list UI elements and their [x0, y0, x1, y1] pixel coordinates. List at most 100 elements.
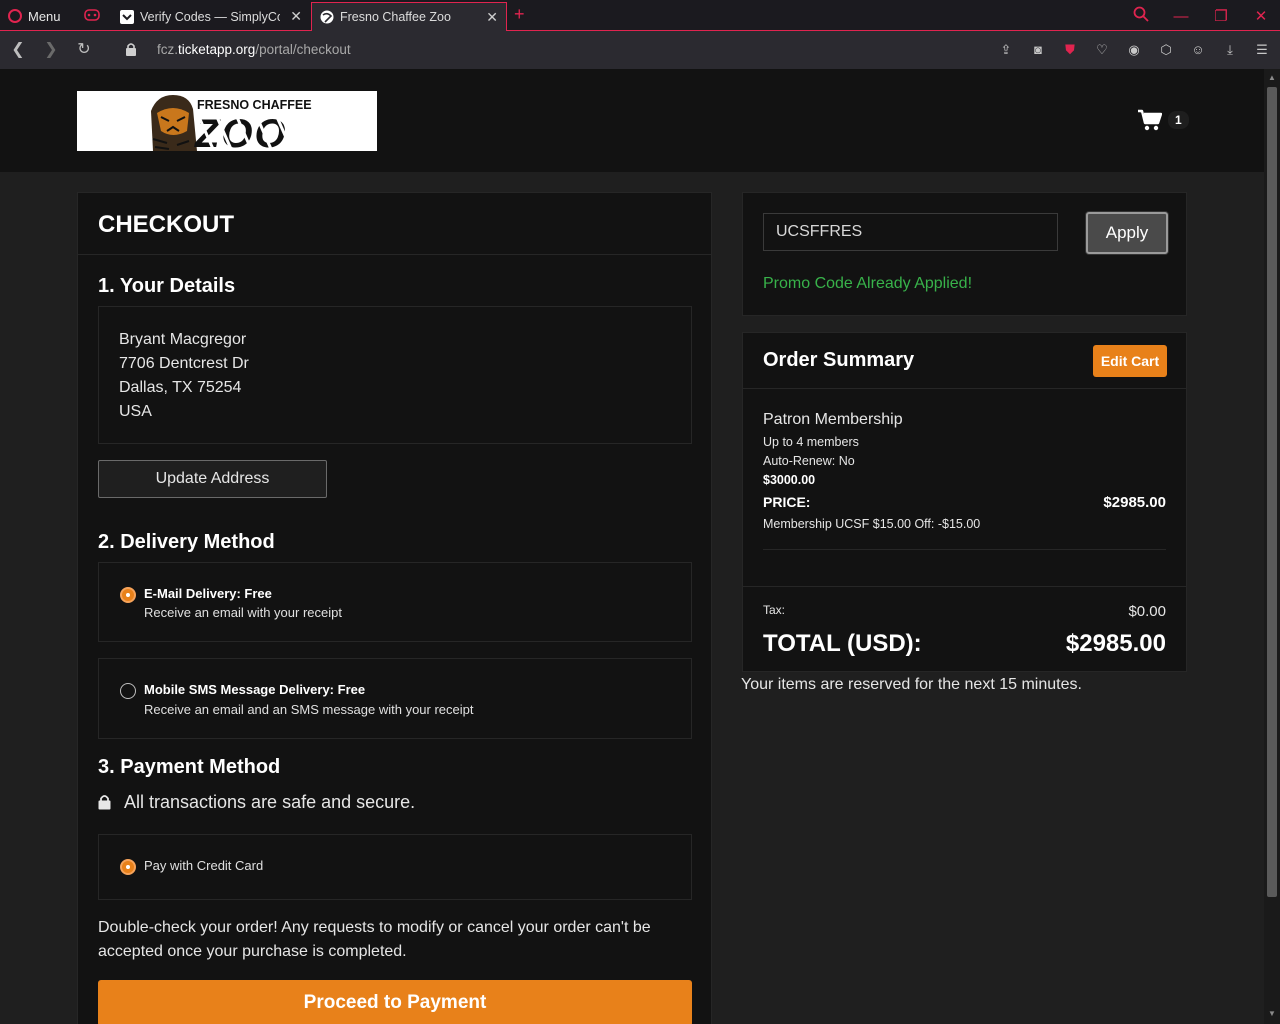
cart-button[interactable]: 1 — [1138, 109, 1189, 131]
lock-icon[interactable] — [125, 42, 137, 57]
easy-setup-icon[interactable]: ☰ — [1252, 40, 1272, 60]
share-icon[interactable]: ⇪ — [996, 40, 1016, 60]
proceed-to-payment-button[interactable]: Proceed to Payment — [98, 980, 692, 1024]
address-country: USA — [119, 403, 152, 420]
item-members: Up to 4 members — [763, 435, 859, 449]
promo-applied-message: Promo Code Already Applied! — [763, 275, 973, 292]
browser-menu-button[interactable]: Menu — [8, 6, 61, 26]
site-header: FRESNO CHAFFEE ZOO 1 — [0, 69, 1264, 172]
scroll-thumb[interactable] — [1267, 87, 1277, 897]
browser-menu-label: Menu — [28, 8, 61, 24]
forward-icon[interactable]: ❯ — [41, 40, 61, 60]
cart-count-badge: 1 — [1168, 111, 1189, 129]
sms-delivery-option[interactable]: Mobile SMS Message Delivery: Free Receiv… — [98, 658, 692, 739]
scroll-up-icon[interactable]: ▲ — [1267, 73, 1277, 82]
total-value: $2985.00 — [1065, 630, 1166, 657]
order-summary-title: Order Summary — [763, 349, 915, 371]
browser-tab-bar: Menu Verify Codes — SimplyCod ✕ Fresno C… — [0, 0, 1280, 31]
credit-card-label: Pay with Credit Card — [144, 858, 264, 873]
search-tabs-icon[interactable] — [1132, 6, 1150, 26]
reload-icon[interactable]: ↻ — [74, 40, 94, 60]
address-box: Bryant Macgregor 7706 Dentcrest Dr Dalla… — [98, 306, 692, 444]
tab-close-icon[interactable]: ✕ — [486, 10, 498, 24]
divider — [743, 586, 1186, 587]
divider — [763, 549, 1166, 550]
new-tab-plus-icon[interactable]: + — [514, 4, 525, 25]
url-prefix: fcz. — [157, 42, 179, 57]
address-bar-tools: ⇪ ◙ ⛊ ♡ ◉ ⬡ ☺ ⤓ ☰ — [996, 40, 1272, 60]
tab-close-icon[interactable]: ✕ — [290, 9, 302, 23]
email-delivery-subtitle: Receive an email with your receipt — [144, 605, 342, 620]
sms-delivery-subtitle: Receive an email and an SMS message with… — [144, 702, 474, 717]
secure-transactions-text: All transactions are safe and secure. — [124, 792, 416, 812]
restore-icon[interactable]: ❐ — [1212, 7, 1230, 25]
address-city: Dallas, TX 75254 — [119, 379, 242, 396]
email-delivery-option[interactable]: E-Mail Delivery: Free Receive an email w… — [98, 562, 692, 642]
simplycodes-favicon-icon — [120, 9, 134, 24]
heart-icon[interactable]: ♡ — [1092, 40, 1112, 60]
svg-text:FRESNO CHAFFEE: FRESNO CHAFFEE — [197, 98, 312, 112]
checkout-panel: CHECKOUT 1. Your Details Bryant Macgrego… — [77, 192, 712, 1024]
tiger-icon — [151, 95, 197, 151]
extensions-cube-icon[interactable]: ⬡ — [1156, 40, 1176, 60]
url-field[interactable]: fcz.ticketapp.org/portal/checkout — [157, 42, 351, 57]
update-address-button[interactable]: Update Address — [98, 460, 327, 498]
promo-code-input[interactable]: UCSFFRES — [763, 213, 1058, 251]
tax-value: $0.00 — [1128, 603, 1166, 620]
tab-fresno-chaffee-zoo[interactable]: Fresno Chaffee Zoo ✕ — [311, 2, 507, 31]
gamepad-icon[interactable] — [84, 8, 100, 22]
divider — [743, 388, 1186, 389]
tax-label: Tax: — [763, 603, 786, 617]
apply-promo-button[interactable]: Apply — [1086, 212, 1168, 254]
scroll-down-icon[interactable]: ▼ — [1267, 1009, 1277, 1018]
reservation-notice: Your items are reserved for the next 15 … — [741, 676, 1082, 693]
shield-icon[interactable]: ⛊ — [1060, 40, 1080, 60]
globe-favicon-icon — [320, 10, 334, 24]
order-warning-note: Double-check your order! Any requests to… — [98, 919, 651, 960]
discount-text: Membership UCSF $15.00 Off: -$15.00 — [763, 517, 981, 531]
page-scrollbar[interactable]: ▲ ▼ — [1264, 69, 1280, 1024]
tab-label: Fresno Chaffee Zoo — [340, 10, 451, 24]
url-path: /portal/checkout — [255, 42, 351, 57]
minimize-icon[interactable]: — — [1172, 8, 1190, 25]
camera-icon[interactable]: ◙ — [1028, 40, 1048, 60]
tiger-logo-image: FRESNO CHAFFEE ZOO — [151, 95, 312, 151]
page-viewport: FRESNO CHAFFEE ZOO 1 CHECKOUT 1. Your De… — [0, 69, 1264, 1024]
back-icon[interactable]: ❮ — [8, 40, 28, 60]
opera-logo-icon — [8, 9, 22, 23]
price-label: PRICE: — [763, 494, 811, 510]
profile-icon[interactable]: ☺ — [1188, 40, 1208, 60]
promo-panel: UCSFFRES Apply Promo Code Already Applie… — [742, 192, 1187, 316]
credit-card-option[interactable]: Pay with Credit Card — [98, 834, 692, 900]
divider — [78, 254, 711, 255]
window-controls: — ❐ ✕ — [1132, 6, 1270, 26]
email-delivery-title: E-Mail Delivery: Free — [144, 586, 272, 601]
item-autorenew: Auto-Renew: No — [763, 454, 855, 468]
address-name: Bryant Macgregor — [119, 331, 247, 348]
address-bar: ❮ ❯ ↻ fcz.ticketapp.org/portal/checkout … — [0, 31, 1280, 69]
sms-delivery-title: Mobile SMS Message Delivery: Free — [144, 682, 366, 697]
close-window-icon[interactable]: ✕ — [1252, 7, 1270, 25]
sms-delivery-radio[interactable] — [120, 683, 136, 699]
tab-verify-codes[interactable]: Verify Codes — SimplyCod ✕ — [112, 2, 310, 31]
fresno-chaffee-zoo-logo[interactable]: FRESNO CHAFFEE ZOO — [77, 91, 377, 151]
email-delivery-radio[interactable] — [120, 587, 136, 603]
edit-cart-button[interactable]: Edit Cart — [1093, 345, 1167, 377]
svg-text:ZOO: ZOO — [194, 112, 288, 151]
item-name: Patron Membership — [763, 411, 903, 428]
padlock-icon — [98, 795, 111, 810]
total-label: TOTAL (USD): — [763, 630, 922, 657]
price-value: $2985.00 — [1103, 494, 1166, 511]
download-icon[interactable]: ⤓ — [1220, 40, 1240, 60]
shopping-cart-icon — [1138, 109, 1162, 131]
address-street: 7706 Dentcrest Dr — [119, 355, 249, 372]
delivery-method-title: 2. Delivery Method — [98, 531, 275, 553]
payment-method-title: 3. Payment Method — [98, 756, 281, 778]
order-summary-panel: Order Summary Edit Cart Patron Membershi… — [742, 332, 1187, 672]
vpn-icon[interactable]: ◉ — [1124, 40, 1144, 60]
credit-card-radio[interactable] — [120, 859, 136, 875]
tab-label: Verify Codes — SimplyCod — [140, 9, 280, 24]
your-details-title: 1. Your Details — [98, 275, 236, 297]
checkout-title: CHECKOUT — [98, 211, 234, 238]
url-domain: ticketapp.org — [178, 42, 256, 57]
